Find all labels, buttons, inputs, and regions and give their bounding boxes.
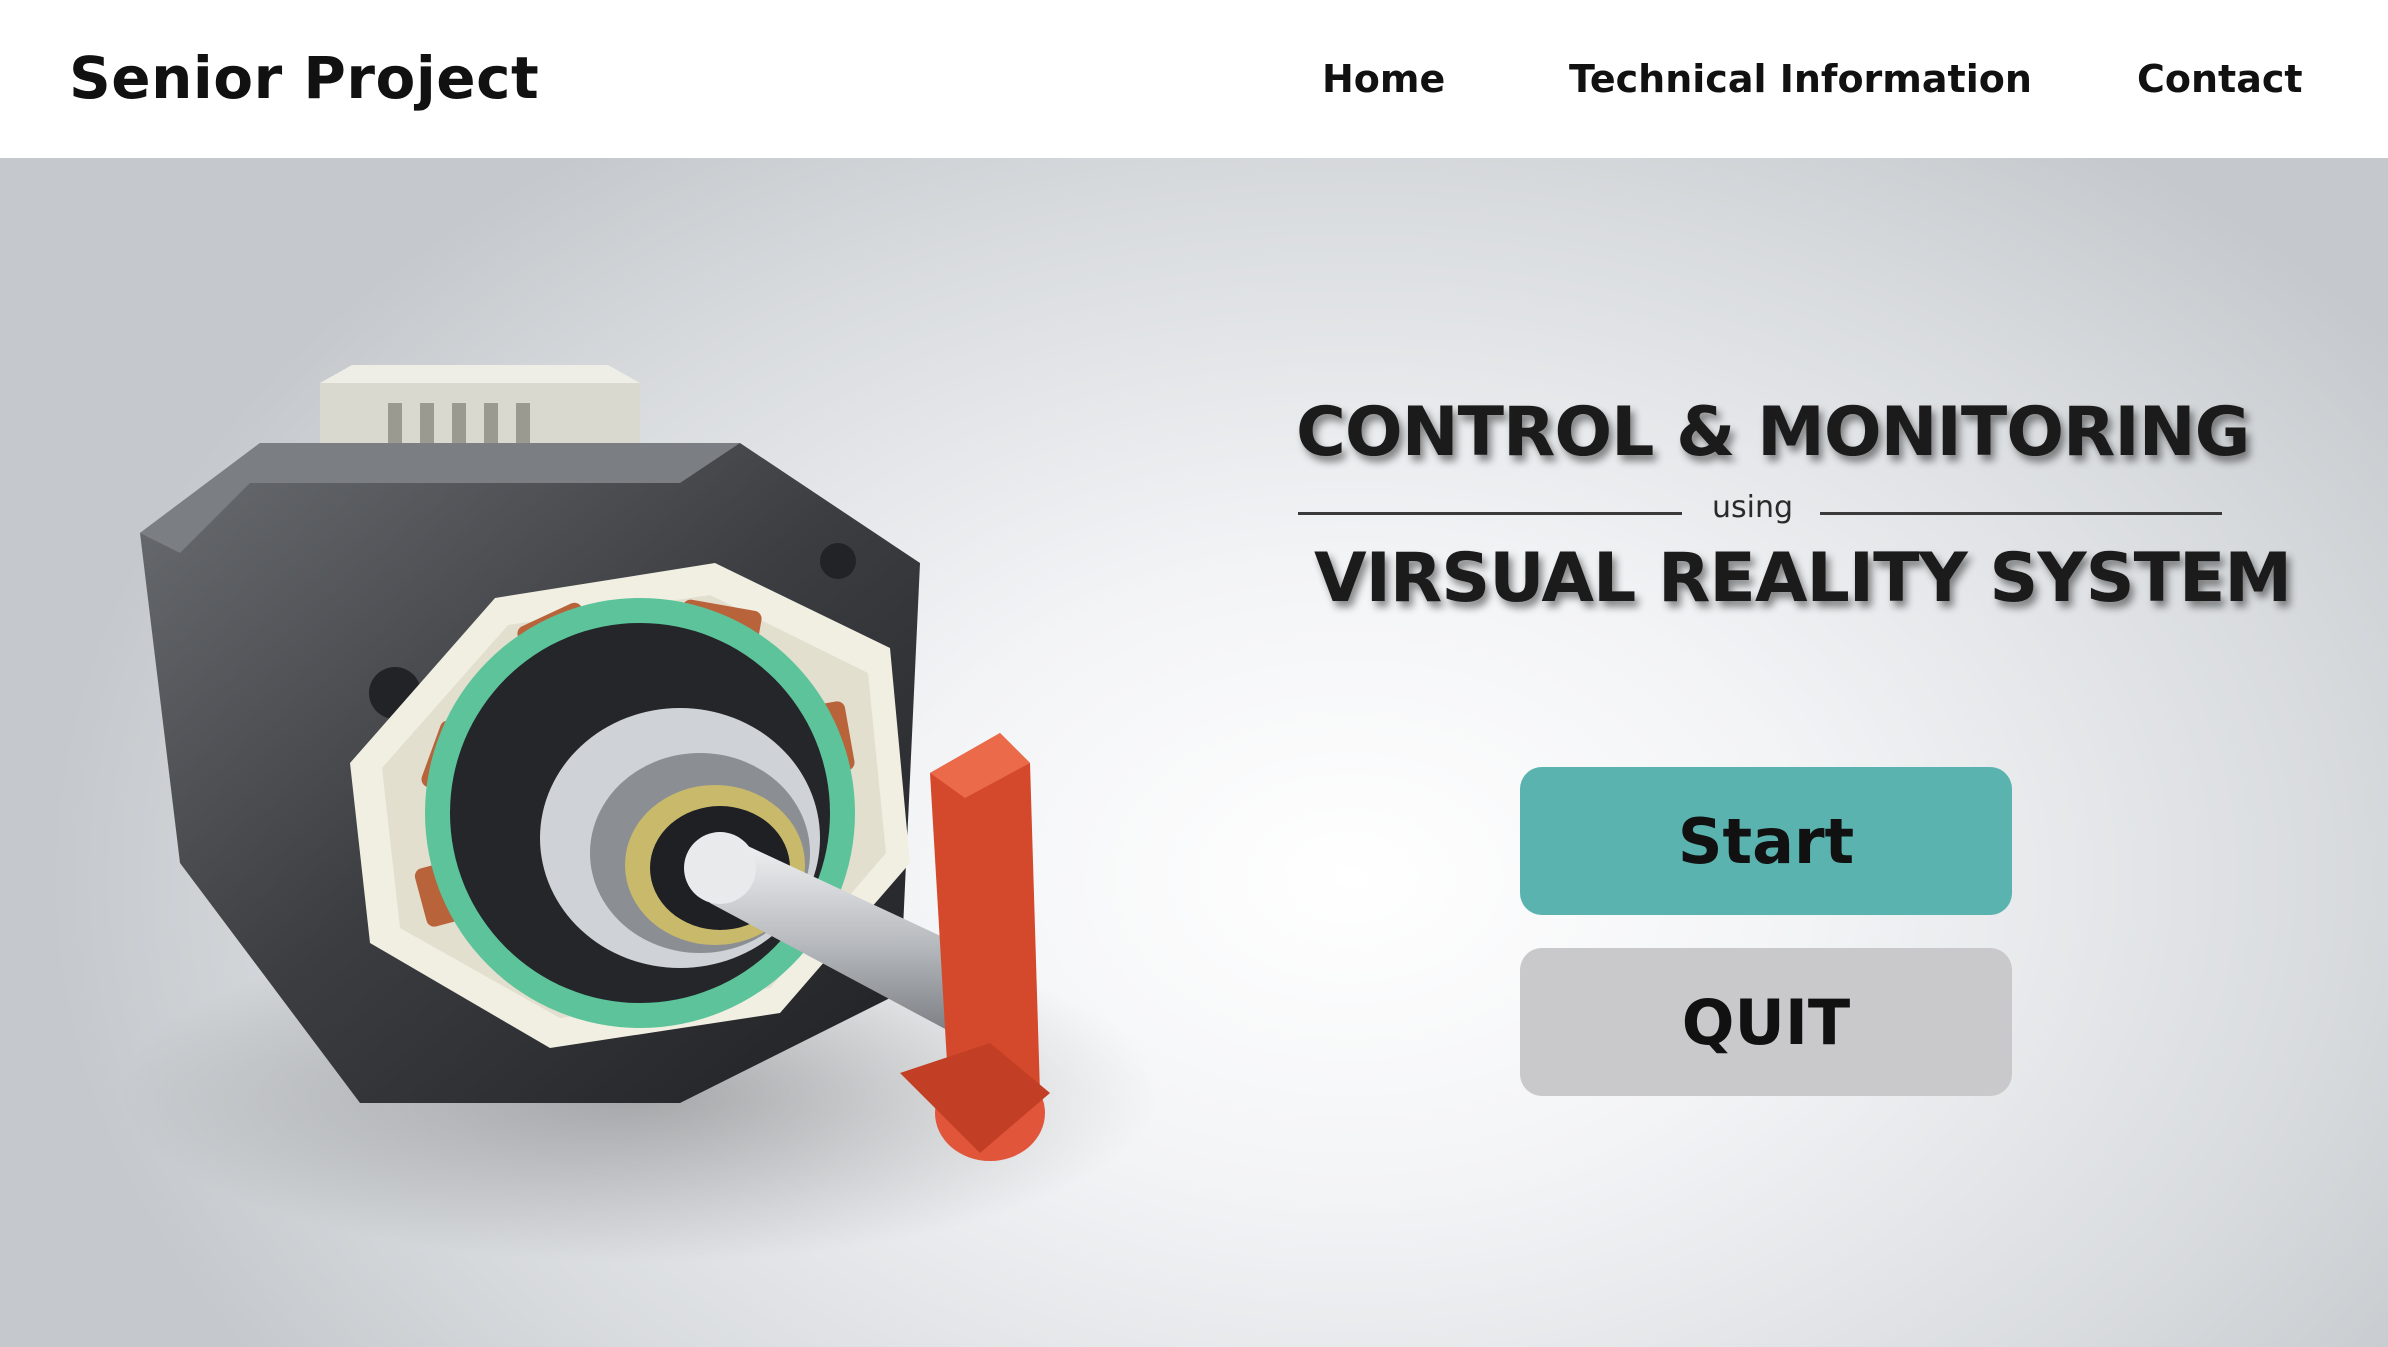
- hero-connector-text: using: [1712, 490, 1794, 525]
- start-button[interactable]: Start: [1520, 767, 2012, 915]
- nav-link-technical-information[interactable]: Technical Information: [1569, 57, 2032, 101]
- hero-section: CONTROL & MONITORING using VIRSUAL REALI…: [0, 158, 2388, 1347]
- quit-button[interactable]: QUIT: [1520, 948, 2012, 1096]
- title-divider-right: [1820, 512, 2222, 515]
- nav-link-home[interactable]: Home: [1322, 57, 1445, 101]
- main-menu-screen: Senior Project Home Technical Informatio…: [0, 0, 2388, 1347]
- title-divider-left: [1298, 512, 1682, 515]
- hero-title-line-1: CONTROL & MONITORING: [1296, 393, 2250, 472]
- hero-title-line-2: VIRSUAL REALITY SYSTEM: [1314, 539, 2292, 618]
- stepper-motor-illustration: [120, 365, 1160, 1263]
- nav-link-contact[interactable]: Contact: [2137, 57, 2303, 101]
- top-navigation-bar: Senior Project Home Technical Informatio…: [0, 0, 2388, 158]
- site-brand[interactable]: Senior Project: [69, 44, 539, 112]
